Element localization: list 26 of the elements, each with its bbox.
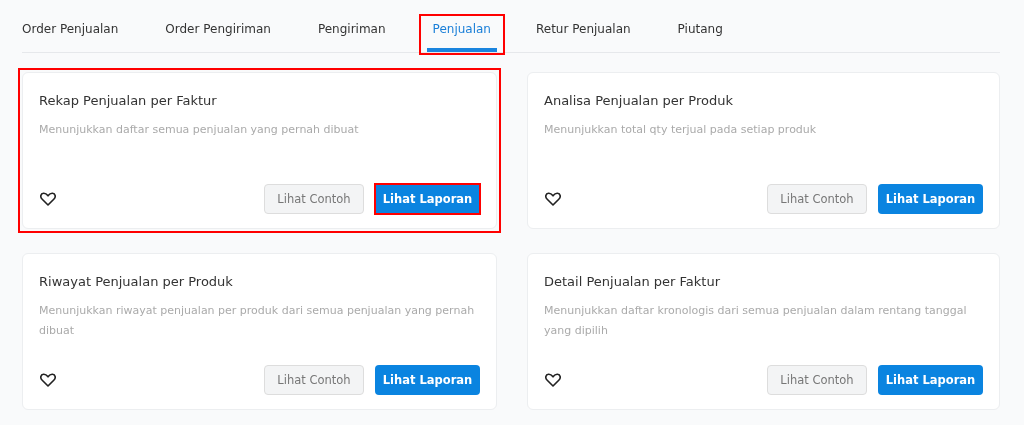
- heart-icon[interactable]: [545, 192, 561, 206]
- heart-icon[interactable]: [545, 373, 561, 387]
- report-description: Menunjukkan daftar semua penjualan yang pernah dibuat: [39, 122, 360, 138]
- view-report-button[interactable]: Lihat Laporan: [878, 184, 983, 214]
- report-title: Riwayat Penjualan per Produk: [39, 274, 234, 289]
- report-description: Menunjukkan total qty terjual pada setiap produk: [544, 122, 818, 138]
- heart-icon[interactable]: [40, 192, 56, 206]
- view-example-button[interactable]: Lihat Contoh: [767, 184, 867, 214]
- report-description: Menunjukkan riwayat penjualan per produk dari semua penjualan yang pernah dibuat: [39, 303, 476, 339]
- view-example-button[interactable]: Lihat Contoh: [767, 365, 867, 395]
- view-report-button[interactable]: Lihat Laporan: [375, 365, 480, 395]
- report-tab[interactable]: Piutang: [677, 0, 723, 52]
- report-tab[interactable]: Pengiriman: [317, 0, 386, 52]
- view-example-button[interactable]: Lihat Contoh: [264, 184, 364, 214]
- report-tab[interactable]: Retur Penjualan: [535, 0, 631, 52]
- report-title: Detail Penjualan per Faktur: [544, 274, 721, 289]
- report-title: Rekap Penjualan per Faktur: [39, 93, 218, 108]
- view-report-button[interactable]: Lihat Laporan: [375, 184, 480, 214]
- report-tab[interactable]: Penjualan: [426, 0, 497, 52]
- report-description: Menunjukkan daftar kronologis dari semua penjualan dalam rentang tanggal yang dipilih: [544, 303, 968, 339]
- report-tab[interactable]: Order Pengiriman: [165, 0, 271, 52]
- view-example-button[interactable]: Lihat Contoh: [264, 365, 364, 395]
- report-title: Analisa Penjualan per Produk: [544, 93, 734, 108]
- view-report-button[interactable]: Lihat Laporan: [878, 365, 983, 395]
- heart-icon[interactable]: [40, 373, 56, 387]
- report-tab[interactable]: Order Penjualan: [22, 0, 119, 52]
